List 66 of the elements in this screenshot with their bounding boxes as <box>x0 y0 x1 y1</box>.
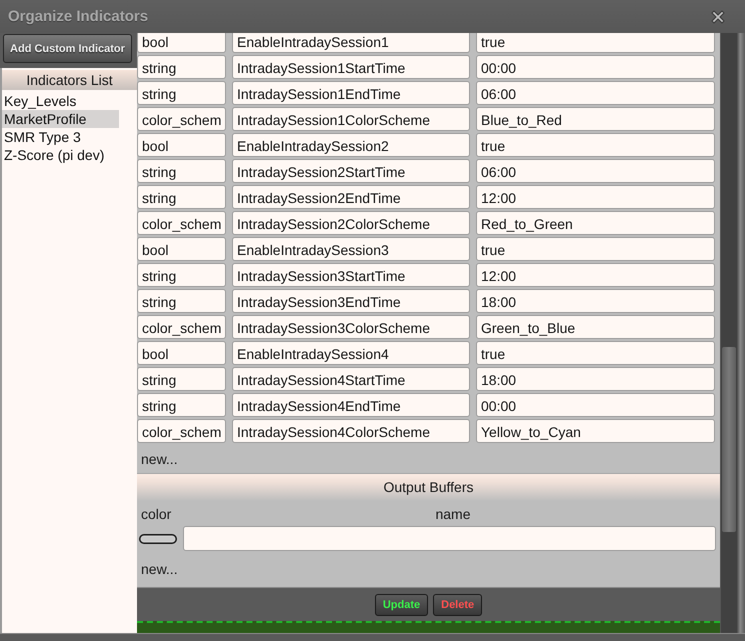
buffer-name-field[interactable] <box>183 526 716 551</box>
type-field[interactable]: bool <box>137 341 226 365</box>
color-swatch-icon[interactable] <box>139 534 177 544</box>
value-field[interactable]: 06:00 <box>476 159 715 183</box>
parameter-name-field[interactable]: IntradaySession4ColorScheme <box>232 419 470 443</box>
type-field[interactable]: color_schem <box>137 419 226 443</box>
parameter-name-field[interactable]: IntradaySession2ColorScheme <box>232 211 470 235</box>
indicator-list-item[interactable]: SMR Type 3 <box>2 128 119 146</box>
value-field[interactable]: 18:00 <box>476 367 715 391</box>
type-field[interactable]: color_schem <box>137 211 226 235</box>
indicator-list-item[interactable]: MarketProfile <box>2 110 119 128</box>
type-field[interactable]: string <box>137 393 226 417</box>
value-field[interactable]: 12:00 <box>476 185 715 209</box>
column-header: name <box>434 506 472 522</box>
value-field[interactable]: Blue_to_Red <box>476 107 715 131</box>
type-field[interactable]: string <box>137 55 226 79</box>
type-field[interactable]: string <box>137 263 226 287</box>
value-field[interactable]: 06:00 <box>476 81 715 105</box>
parameter-name-field[interactable]: IntradaySession2StartTime <box>232 159 470 183</box>
new-buffer-link[interactable]: new... <box>141 561 178 577</box>
parameter-name-field[interactable]: IntradaySession3ColorScheme <box>232 315 470 339</box>
type-field[interactable]: bool <box>137 133 226 157</box>
type-field[interactable]: string <box>137 185 226 209</box>
type-field[interactable]: string <box>137 159 226 183</box>
parameter-name-field[interactable]: IntradaySession4StartTime <box>232 367 470 391</box>
type-field[interactable]: string <box>137 81 226 105</box>
parameter-name-field[interactable]: IntradaySession4EndTime <box>232 393 470 417</box>
parameter-name-field[interactable]: EnableIntradaySession1 <box>232 33 470 53</box>
value-field[interactable]: Green_to_Blue <box>476 315 715 339</box>
column-header: color <box>141 506 172 522</box>
parameter-name-field[interactable]: EnableIntradaySession3 <box>232 237 470 261</box>
value-field[interactable]: true <box>476 237 715 261</box>
parameter-name-field[interactable]: IntradaySession1ColorScheme <box>232 107 470 131</box>
type-field[interactable]: color_schem <box>137 315 226 339</box>
new-parameter-link[interactable]: new... <box>141 451 178 467</box>
type-field[interactable]: color_schem <box>137 107 226 131</box>
parameter-name-field[interactable]: IntradaySession1EndTime <box>232 81 470 105</box>
parameter-name-field[interactable]: IntradaySession1StartTime <box>232 55 470 79</box>
parameter-name-field[interactable]: IntradaySession3EndTime <box>232 289 470 313</box>
value-field[interactable]: true <box>476 341 715 365</box>
parameter-name-field[interactable]: EnableIntradaySession4 <box>232 341 470 365</box>
value-field[interactable]: 12:00 <box>476 263 715 287</box>
update-button[interactable]: Update <box>374 594 428 616</box>
indicator-list-item[interactable]: Z-Score (pi dev) <box>2 146 119 164</box>
parameter-name-field[interactable]: IntradaySession2EndTime <box>232 185 470 209</box>
type-field[interactable]: bool <box>137 237 226 261</box>
value-field[interactable]: 00:00 <box>476 393 715 417</box>
scrollbar-thumb[interactable] <box>722 347 736 532</box>
add-custom-indicator-button[interactable]: Add Custom Indicator <box>3 34 132 63</box>
indicator-list-item[interactable]: Key_Levels <box>2 92 119 110</box>
type-field[interactable]: string <box>137 289 226 313</box>
value-field[interactable]: 18:00 <box>476 289 715 313</box>
scrollbar-track[interactable] <box>720 33 737 633</box>
value-field[interactable]: true <box>476 133 715 157</box>
value-field[interactable]: 00:00 <box>476 55 715 79</box>
value-field[interactable]: Yellow_to_Cyan <box>476 419 715 443</box>
close-icon[interactable] <box>710 8 726 24</box>
type-field[interactable]: bool <box>137 33 226 53</box>
value-field[interactable]: true <box>476 33 715 53</box>
value-field[interactable]: Red_to_Green <box>476 211 715 235</box>
type-field[interactable]: string <box>137 367 226 391</box>
window-title: Organize Indicators <box>8 8 148 25</box>
parameter-name-field[interactable]: EnableIntradaySession2 <box>232 133 470 157</box>
section-header: Output Buffers <box>137 473 720 501</box>
list-header: Indicators List <box>2 70 137 90</box>
parameter-name-field[interactable]: IntradaySession3StartTime <box>232 263 470 287</box>
